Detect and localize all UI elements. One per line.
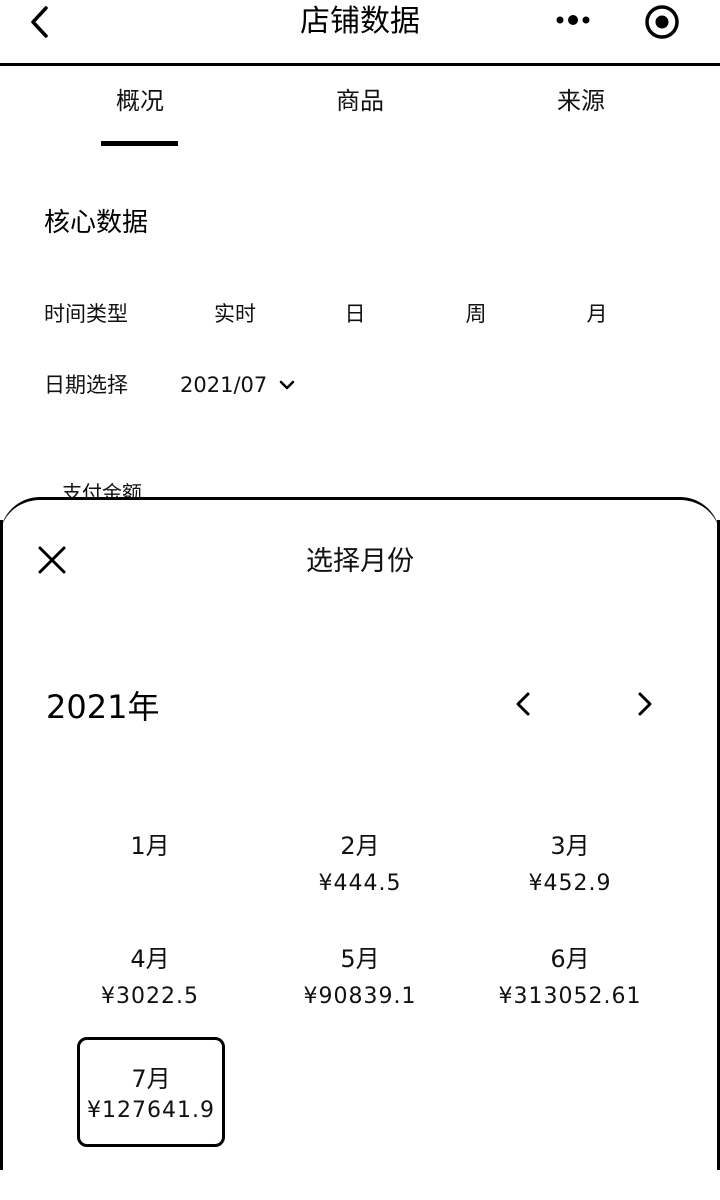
month-cell-7-selected[interactable]: 7月 ¥127641.9 [77,1037,225,1147]
time-type-label: 时间类型 [44,302,128,326]
picker-title: 选择月份 [306,546,414,577]
month-label: 4月 [130,945,170,973]
month-cell-5[interactable]: 5月 ¥90839.1 [286,942,434,1052]
close-miniprogram-button[interactable] [642,2,682,42]
sheet-border-left [0,520,3,1170]
section-title: 核心数据 [44,208,149,238]
month-cell-3[interactable]: 3月 ¥452.9 [496,829,644,939]
month-label: 5月 [340,945,380,973]
month-cell-2[interactable]: 2月 ¥444.5 [286,829,434,939]
month-amount: ¥452.9 [528,871,612,896]
month-amount: ¥127641.9 [87,1098,215,1123]
time-option-realtime[interactable]: 实时 [195,299,275,329]
date-select-value[interactable]: 2021/07 [180,370,267,400]
prev-year-button[interactable] [506,686,542,722]
month-amount: ¥3022.5 [101,984,199,1009]
chevron-right-icon [638,692,652,716]
more-dots-icon [556,15,590,25]
month-amount: ¥313052.61 [498,984,642,1009]
time-option-month[interactable]: 月 [557,299,637,329]
next-year-button[interactable] [626,686,662,722]
month-amount: ¥90839.1 [303,984,417,1009]
tab-overview[interactable]: 概况 [65,84,215,118]
month-cell-1[interactable]: 1月 [76,829,224,939]
page-title: 店铺数据 [300,4,420,39]
tab-products[interactable]: 商品 [285,84,435,118]
tab-source[interactable]: 来源 [506,84,656,118]
month-label: 3月 [550,832,590,860]
month-cell-6[interactable]: 6月 ¥313052.61 [476,942,664,1052]
chevron-down-icon[interactable] [278,376,296,394]
time-option-week[interactable]: 周 [436,299,516,329]
month-label: 6月 [550,945,590,973]
navigation-bar: 店铺数据 [0,0,720,66]
month-label: 7月 [131,1065,171,1093]
month-label: 2月 [340,832,380,860]
tab-bar: 概况 商品 来源 [0,66,720,150]
month-amount: ¥444.5 [318,871,402,896]
more-button[interactable] [553,6,595,34]
month-cell-4[interactable]: 4月 ¥3022.5 [76,942,224,1052]
date-select-label: 日期选择 [44,373,128,397]
month-label: 1月 [130,832,170,860]
chevron-left-icon [516,692,530,716]
year-label: 2021年 [46,688,160,726]
time-option-day[interactable]: 日 [315,299,395,329]
record-target-icon [645,5,679,39]
active-tab-indicator [101,141,178,146]
